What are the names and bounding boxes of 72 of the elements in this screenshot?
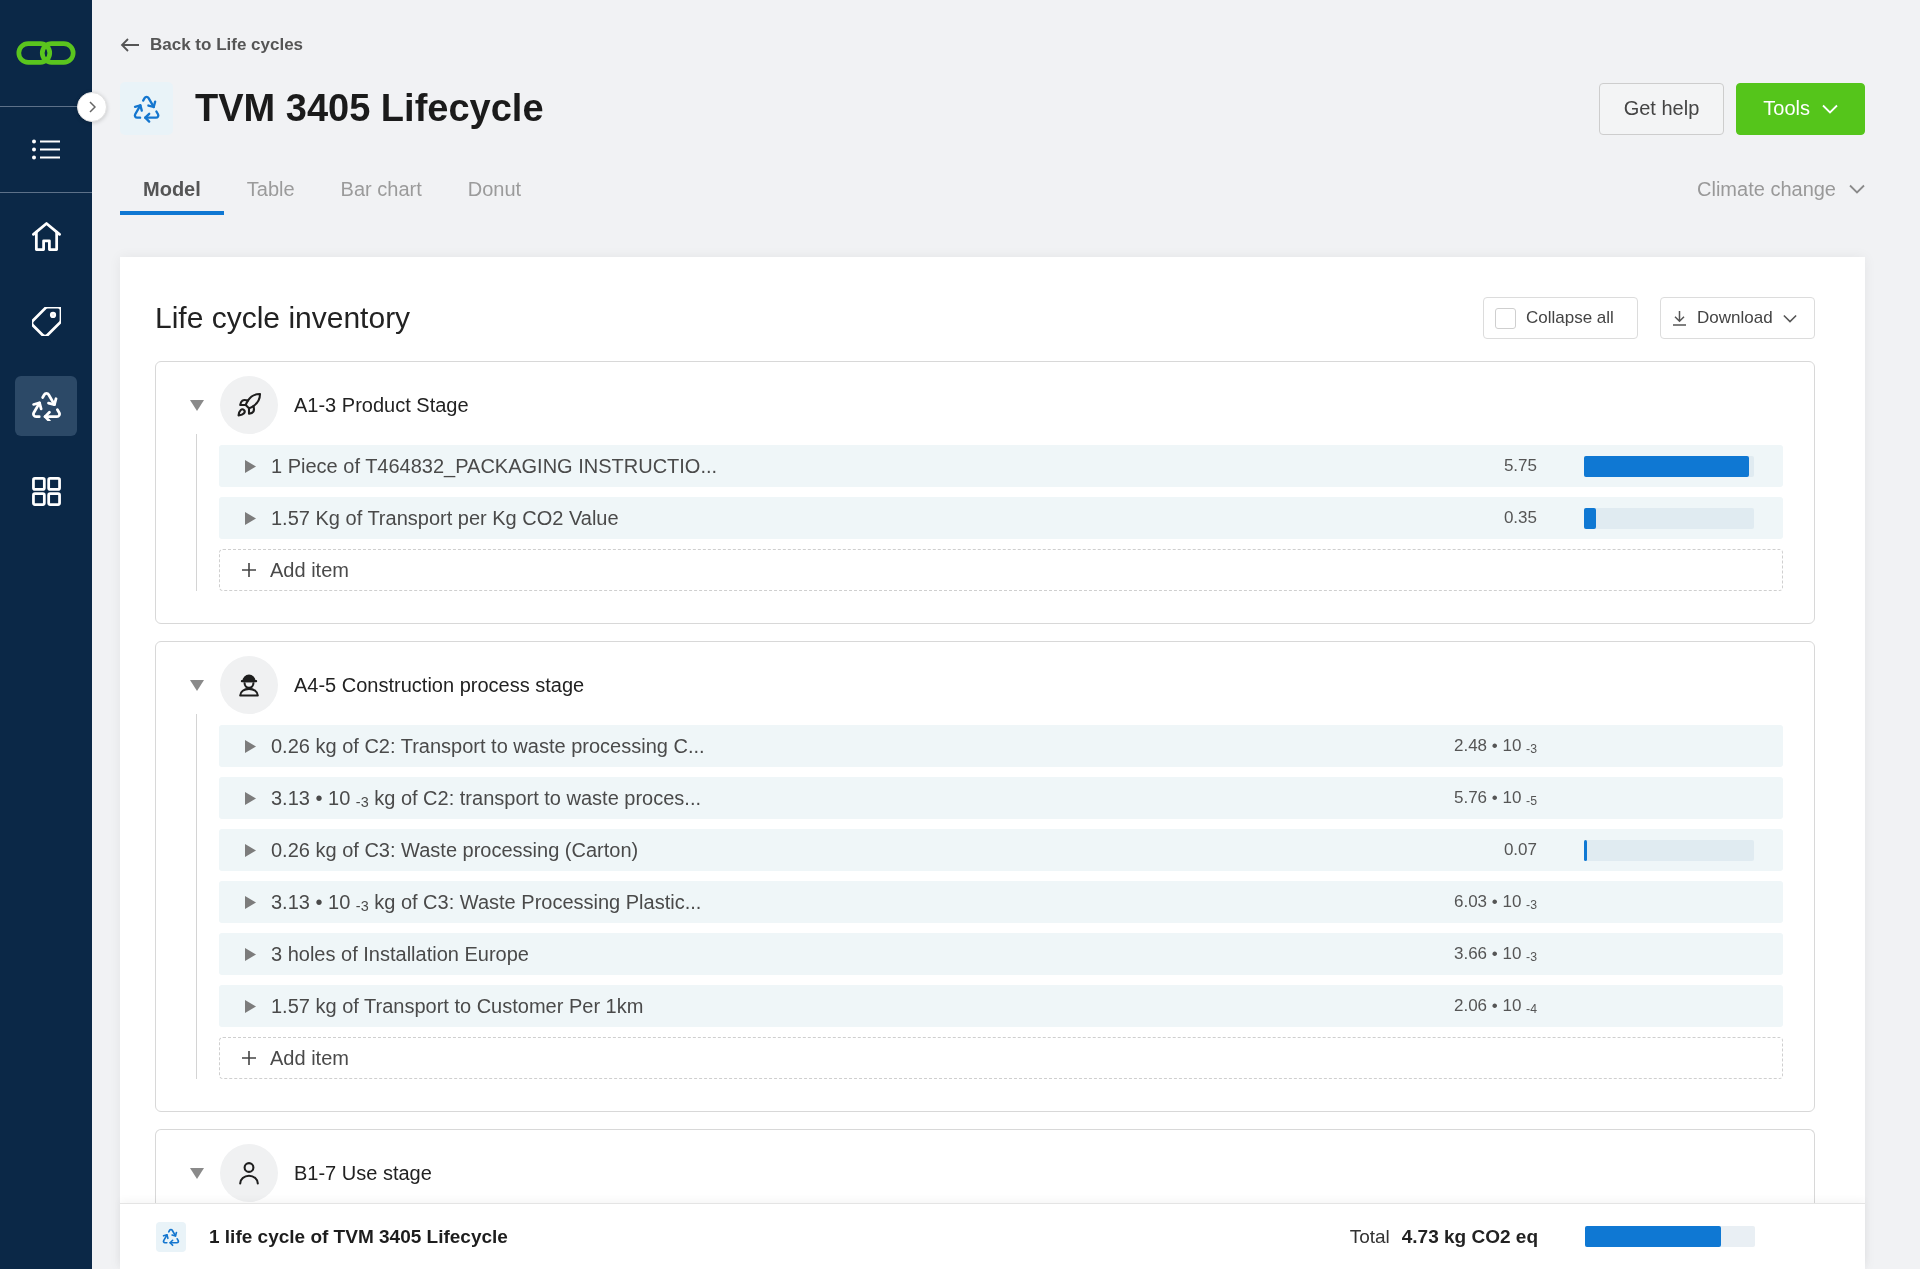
recycle-icon [120,82,173,135]
inventory-row[interactable]: 3.13 • 10 $_{-3}$ kg of C2: transport to waste proces... 5.76 • 10 $_{-5}$ [219,777,1783,819]
inventory-row[interactable]: 0.26 kg of C3: Waste processing (Carton) 0.07 [219,829,1783,871]
tag-icon [31,306,61,336]
group-title: A1-3 Product Stage [294,393,469,417]
chevron-down-icon [1822,103,1838,114]
row-value: 3.66 • 10 $_{-3}$ [1454,944,1537,964]
add-item-button[interactable]: Add item [219,549,1783,591]
chevron-down-icon [1782,313,1797,323]
row-value: 5.76 • 10 $_{-5}$ [1454,788,1537,808]
plus-icon [241,1050,257,1066]
download-icon [1672,310,1687,326]
caret-down-icon[interactable] [190,679,204,691]
back-link[interactable]: Back to Life cycles [120,34,304,56]
total-label: Total [1349,1225,1390,1248]
summary-label: 1 life cycle of TVM 3405 Lifecycle [209,1225,508,1248]
caret-right-icon[interactable] [245,459,256,473]
row-label: 1 Piece of T464832_PACKAGING INSTRUCTIO... [271,454,718,478]
tab[interactable]: Model [120,167,224,215]
inventory-row[interactable]: 3 holes of Installation Europe 3.66 • 10 $_{-3}$ [219,933,1783,975]
group-title: B1-7 Use stage [294,1161,432,1185]
person-icon [220,1144,278,1202]
sidebar-toggle-button[interactable] [77,92,107,122]
row-label: 0.26 kg of C3: Waste processing (Carton) [271,838,639,862]
list-icon[interactable] [32,139,60,160]
inventory-row[interactable]: 1 Piece of T464832_PACKAGING INSTRUCTIO... 5.75 [219,445,1783,487]
row-label: 1.57 Kg of Transport per Kg CO2 Value [271,506,619,530]
nav-item[interactable] [15,376,77,436]
row-label: 3 holes of Installation Europe [271,942,529,966]
chevron-down-icon [1849,184,1865,194]
worker-icon [220,656,278,714]
rocket-icon [220,376,278,434]
plus-icon [241,562,257,578]
recycle-icon [156,1221,186,1252]
help-button[interactable]: Get help [1598,82,1725,135]
row-value: 2.06 • 10 $_{-4}$ [1454,996,1537,1016]
row-value: 0.07 [1503,840,1537,860]
caret-right-icon[interactable] [245,843,256,857]
row-value: 2.48 • 10 $_{-3}$ [1454,736,1537,756]
row-value: 0.35 [1503,508,1537,528]
download-button[interactable]: Download [1660,297,1815,339]
inventory-row[interactable]: 3.13 • 10 $_{-3}$ kg of C3: Waste Processing Plastic... 6.03 • 10 $_{-3}$ [219,881,1783,923]
row-label: 3.13 • 10 $_{-3}$ kg of C2: transport to waste proces... [271,786,701,810]
caret-right-icon[interactable] [245,511,256,525]
caret-right-icon[interactable] [245,895,256,909]
inventory-row[interactable]: 0.26 kg of C2: Transport to waste processing C... 2.48 • 10 $_{-3}$ [219,725,1783,767]
section-title: Life cycle inventory [155,301,411,335]
inventory-row[interactable]: 1.57 Kg of Transport per Kg CO2 Value 0.35 [219,497,1783,539]
row-label: 3.13 • 10 $_{-3}$ kg of C3: Waste Processing Plastic... [271,890,702,914]
home-icon [31,221,61,251]
recycle-icon [31,391,61,421]
row-value: 6.03 • 10 $_{-3}$ [1454,892,1537,912]
caret-right-icon[interactable] [245,999,256,1013]
grid-icon [31,476,61,506]
row-label: 0.26 kg of C2: Transport to waste processing C... [271,734,705,758]
chevron-right-icon [88,101,96,113]
group-title: A4-5 Construction process stage [294,673,585,697]
caret-down-icon[interactable] [190,1167,204,1179]
caret-down-icon[interactable] [190,399,204,411]
row-label: 1.57 kg of Transport to Customer Per 1km [271,994,644,1018]
collapse-all-button[interactable]: Collapse all [1483,297,1638,339]
caret-right-icon[interactable] [245,947,256,961]
logo-icon [16,38,76,68]
arrow-left-icon [120,38,140,52]
total-value: 4.73 kg CO2 eq [1401,1225,1538,1248]
caret-right-icon[interactable] [245,739,256,753]
add-item-button[interactable]: Add item [219,1037,1783,1079]
page-title: TVM 3405 Lifecycle [195,87,544,130]
caret-right-icon[interactable] [245,791,256,805]
inventory-row[interactable]: 1.57 kg of Transport to Customer Per 1km 2.06 • 10 $_{-4}$ [219,985,1783,1027]
row-value: 5.75 [1503,456,1537,476]
checkbox[interactable] [1495,307,1516,329]
